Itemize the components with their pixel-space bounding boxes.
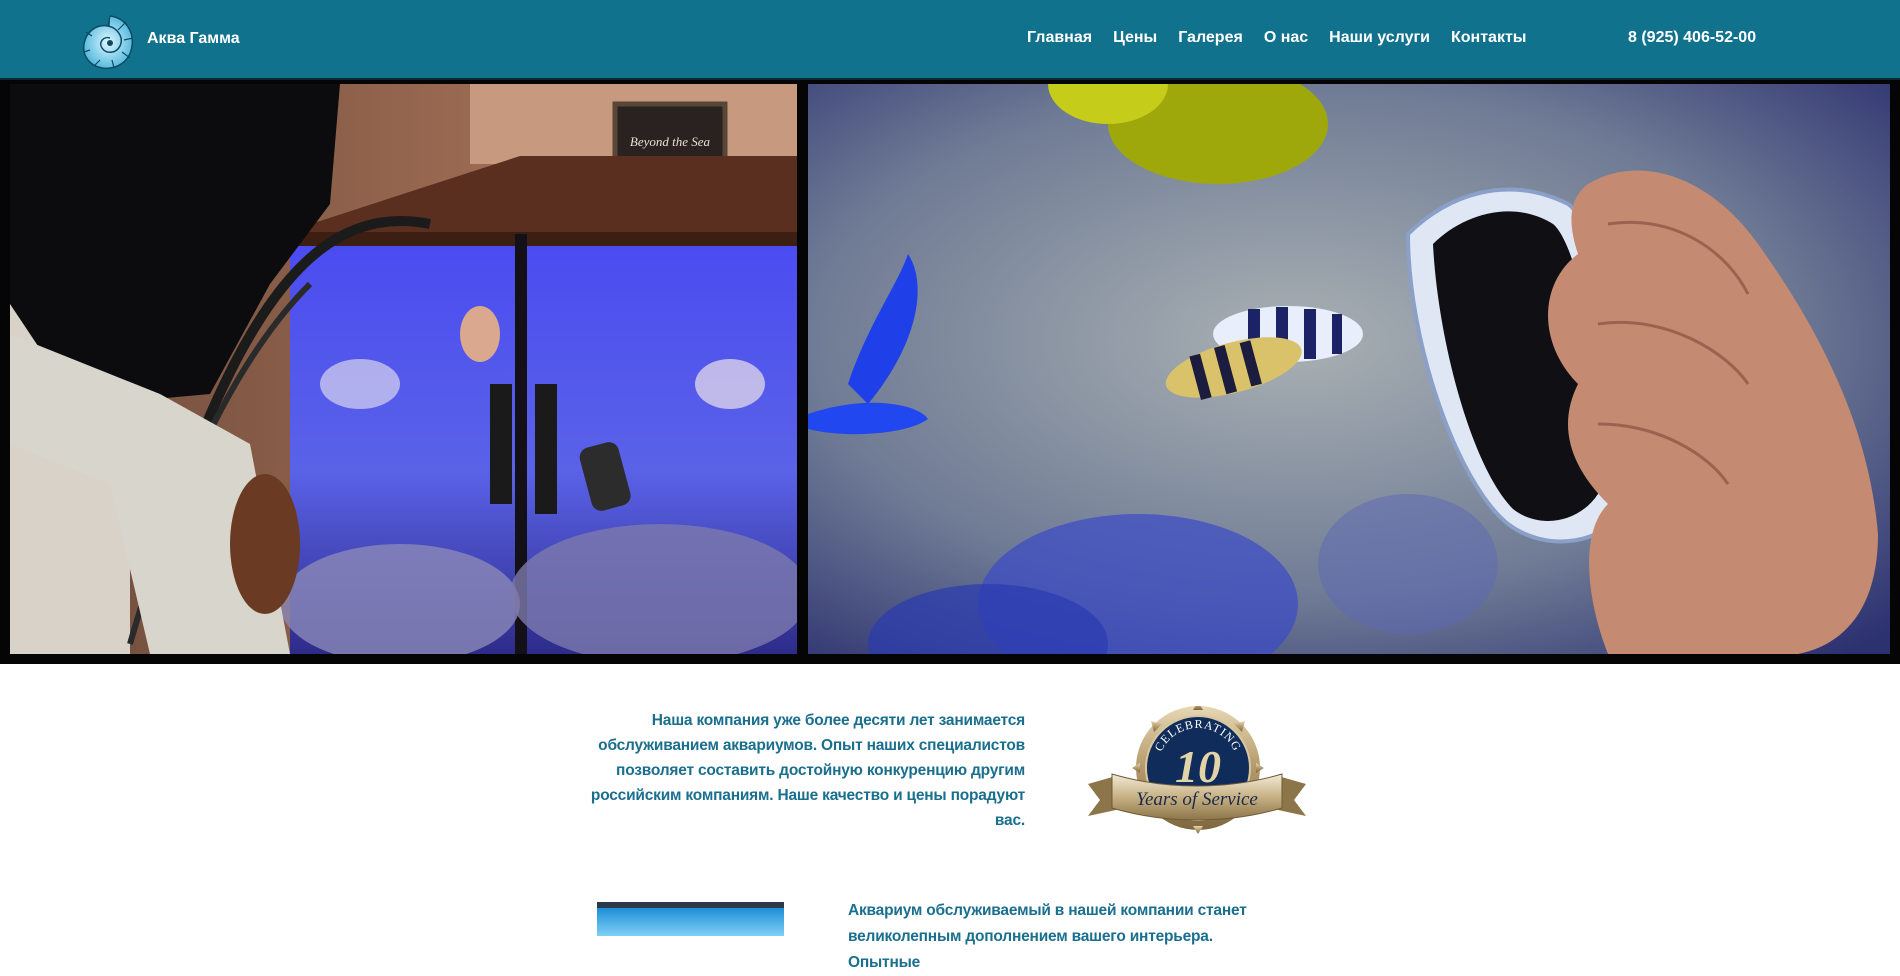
aquarium-thumbnail (597, 902, 784, 936)
logo-link[interactable] (80, 10, 136, 72)
hero-banner: Beyond the Sea (0, 80, 1900, 664)
nautilus-shell-icon (82, 15, 134, 70)
ten-years-badge: CELEBRATING 10 Years of Service (1086, 702, 1308, 840)
nav-prices[interactable]: Цены (1113, 29, 1157, 47)
nav-about[interactable]: О нас (1264, 29, 1308, 47)
site-header: Аква Гамма Главная Цены Галерея О нас На… (0, 0, 1900, 80)
badge-number: 10 (1175, 741, 1221, 792)
aquarium-service-photo: Beyond the Sea (10, 84, 797, 654)
badge-ribbon-text: Years of Service (1136, 789, 1258, 810)
section2-paragraph: Аквариум обслуживаемый в нашей компании … (848, 902, 1247, 971)
nav-gallery[interactable]: Галерея (1178, 29, 1243, 47)
phone-number: 8 (925) 406-52-00 (1628, 29, 1757, 46)
main-nav: Главная Цены Галерея О нас Наши услуги К… (1027, 29, 1526, 47)
nav-home[interactable]: Главная (1027, 29, 1092, 47)
nav-contacts[interactable]: Контакты (1451, 29, 1526, 47)
brand-name[interactable]: Аква Гамма (147, 30, 240, 48)
intro-paragraph: Наша компания уже более десяти лет заним… (590, 712, 1025, 829)
magnet-cleaner-photo (808, 84, 1890, 654)
nav-services[interactable]: Наши услуги (1329, 29, 1430, 47)
wall-sign-text: Beyond the Sea (630, 134, 711, 149)
